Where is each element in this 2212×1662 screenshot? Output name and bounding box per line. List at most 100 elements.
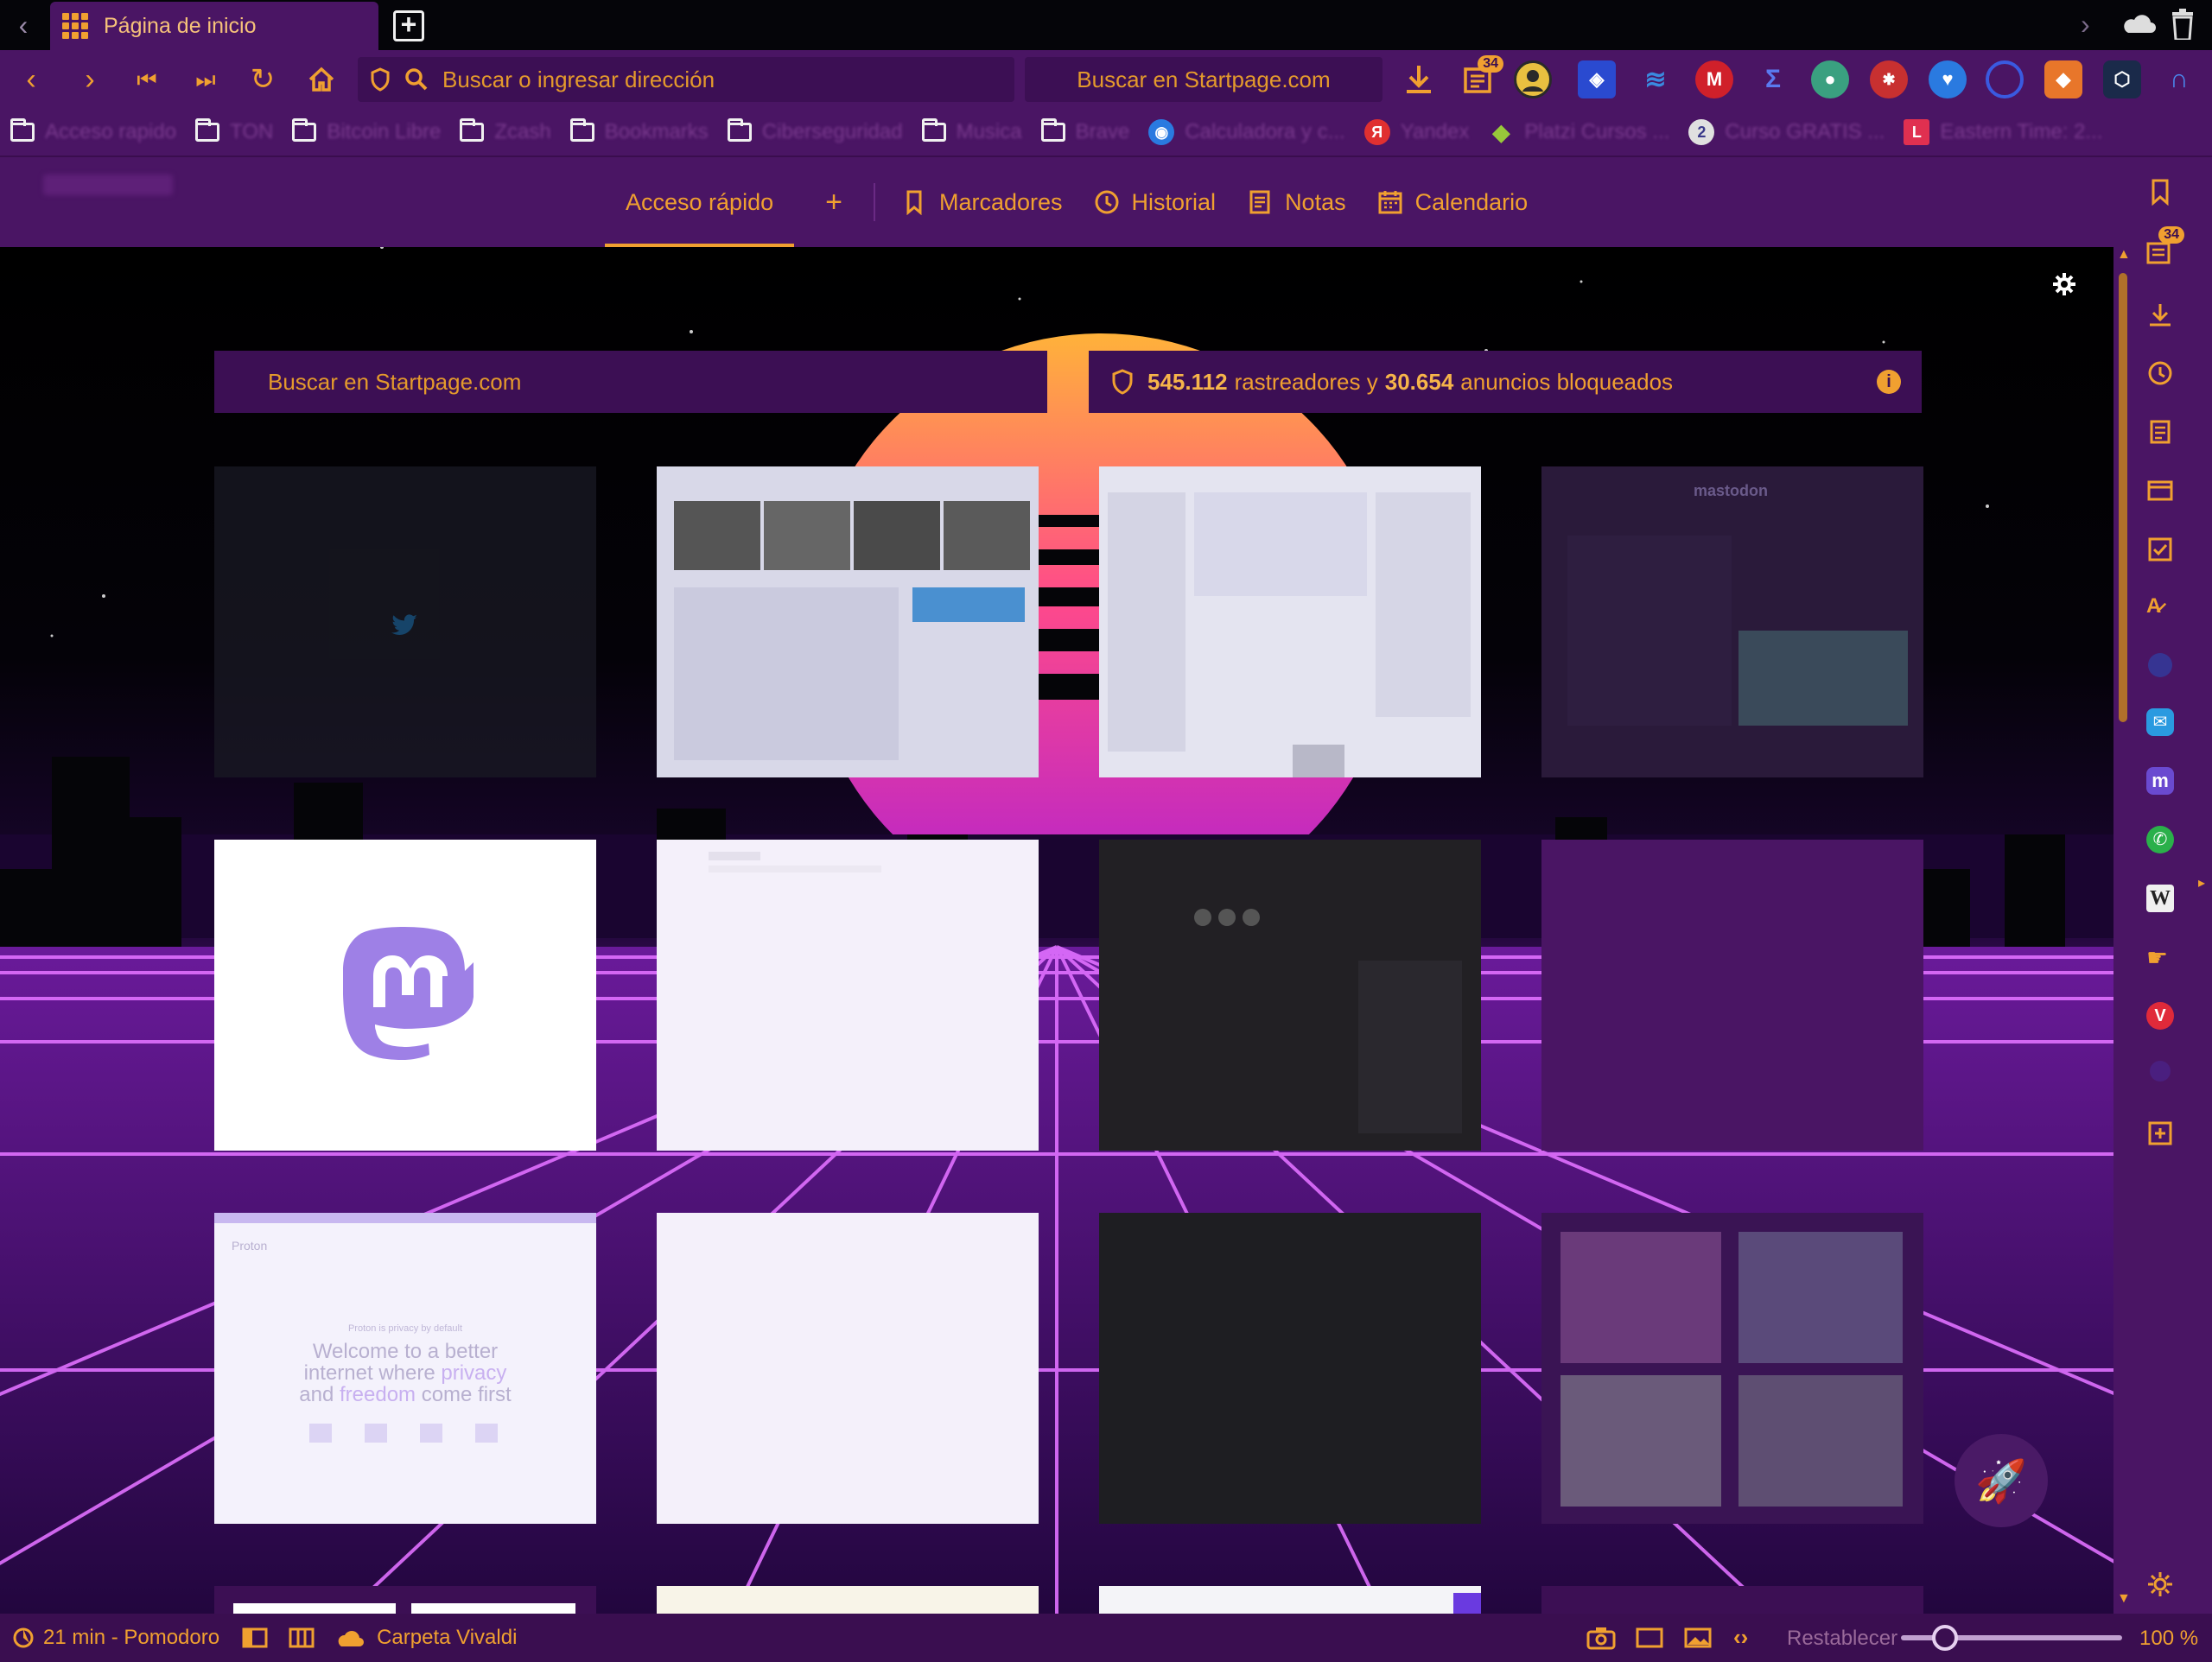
bookmark-3[interactable]: Zcash xyxy=(460,118,551,144)
shield-icon[interactable] xyxy=(370,67,391,92)
hand-panel-icon[interactable]: ☛ xyxy=(2146,943,2168,972)
window-panel-icon[interactable] xyxy=(2146,477,2174,504)
code-icon[interactable]: ‹› xyxy=(1733,1624,1748,1651)
tab-scroll-right-button[interactable]: › xyxy=(2081,9,2090,41)
red-star-extension-icon[interactable]: ✱ xyxy=(1870,60,1908,98)
sigma-extension-icon[interactable]: Σ xyxy=(1754,60,1792,98)
heart-shield-extension-icon[interactable]: ♥ xyxy=(1929,60,1967,98)
pomodoro-timer[interactable]: 21 min - Pomodoro xyxy=(12,1626,219,1650)
waves-extension-icon[interactable]: ≋ xyxy=(1637,60,1675,98)
web-panel-blue-icon[interactable] xyxy=(2148,653,2172,677)
panel-toggle-icon[interactable] xyxy=(242,1627,268,1649)
tile-toggle-icon[interactable] xyxy=(289,1627,315,1649)
speed-dial-blank-light[interactable] xyxy=(657,840,1039,1151)
bookmark-11[interactable]: 2 Curso GRATIS ... xyxy=(1688,119,1885,145)
speed-dial-mastodon[interactable] xyxy=(214,840,596,1151)
whatsapp-panel-icon[interactable]: ✆ xyxy=(2146,826,2174,853)
bookmark-4[interactable]: Bookmarks xyxy=(569,118,709,144)
metamask-extension-icon[interactable]: ◆ xyxy=(2044,60,2082,98)
downloads-panel-icon[interactable] xyxy=(2146,301,2174,328)
add-web-panel-icon[interactable] xyxy=(2146,1120,2174,1147)
add-speed-dial-button[interactable]: + xyxy=(825,186,842,219)
start-page-settings-icon[interactable] xyxy=(2051,271,2077,297)
bookmark-12[interactable]: L Eastern Time: 2... xyxy=(1904,119,2102,145)
web-panel-faded-icon[interactable] xyxy=(2150,1061,2171,1082)
reset-zoom-button[interactable]: Restablecer xyxy=(1787,1627,1897,1651)
bookmark-1[interactable]: TON xyxy=(195,118,273,144)
messenger-panel-icon[interactable]: ✉ xyxy=(2146,708,2174,736)
cube-extension-icon[interactable]: ⬡ xyxy=(2103,60,2141,98)
search-field[interactable] xyxy=(1025,57,1382,102)
speed-dial-row4-1[interactable] xyxy=(214,1586,596,1614)
bookmark-2[interactable]: Bitcoin Libre xyxy=(292,118,441,144)
cloud-folder-label[interactable]: Carpeta Vivaldi xyxy=(377,1626,517,1650)
scroll-up-icon[interactable]: ▲ xyxy=(2117,247,2131,263)
scrollbar-thumb[interactable] xyxy=(2119,273,2127,722)
tab-history[interactable]: Historial xyxy=(1094,157,1216,247)
tab-bookmarks[interactable]: Marcadores xyxy=(901,157,1063,247)
page-scrollbar[interactable]: ▲ ▼ xyxy=(2113,247,2133,1614)
cloud-icon[interactable] xyxy=(2121,12,2156,35)
tab-calendar[interactable]: Calendario xyxy=(1377,157,1528,247)
tab-start-page[interactable]: Página de inicio xyxy=(50,2,378,50)
speed-dial-twitter[interactable] xyxy=(214,466,596,777)
tab-notes[interactable]: Notas xyxy=(1247,157,1346,247)
info-icon[interactable]: i xyxy=(1877,370,1901,394)
bookmark-10[interactable]: ◆ Platzi Cursos ... xyxy=(1488,119,1669,145)
camera-icon[interactable] xyxy=(1586,1626,1616,1650)
speed-dial-row4-3[interactable] xyxy=(1099,1586,1481,1614)
image-icon[interactable] xyxy=(1683,1626,1713,1650)
notes-button[interactable]: 34 xyxy=(1459,55,1503,98)
history-panel-icon[interactable] xyxy=(2146,359,2174,387)
speed-dial-mastodon-dark[interactable]: mastodon xyxy=(1541,466,1923,777)
start-page-search-input[interactable] xyxy=(268,368,1028,396)
speed-dial-proton[interactable]: Proton Proton is privacy by default Welc… xyxy=(214,1213,596,1524)
trash-icon[interactable] xyxy=(2171,9,2195,40)
home-button[interactable] xyxy=(302,60,340,98)
window-icon[interactable] xyxy=(1635,1626,1664,1650)
wikipedia-panel-icon[interactable]: W xyxy=(2146,885,2174,912)
ring-extension-icon[interactable] xyxy=(1986,60,2024,98)
bookmarks-panel-icon[interactable] xyxy=(2146,178,2174,206)
scroll-down-icon[interactable]: ▼ xyxy=(2117,1591,2131,1607)
bookmark-6[interactable]: Musica xyxy=(921,118,1022,144)
url-input[interactable] xyxy=(442,66,961,93)
cloud-sync-icon[interactable] xyxy=(335,1627,365,1648)
speed-dial-dark-blank[interactable] xyxy=(1099,1213,1481,1524)
mastodon-panel-icon[interactable]: m xyxy=(2146,767,2174,795)
bookmark-0[interactable]: Acceso rapido xyxy=(10,118,176,144)
tasks-panel-icon[interactable] xyxy=(2146,536,2174,563)
search-input[interactable] xyxy=(1039,66,1368,93)
m-extension-icon[interactable]: M xyxy=(1695,60,1733,98)
bookmark-7[interactable]: Brave xyxy=(1040,118,1129,144)
reading-list-panel-button[interactable]: 34 xyxy=(2145,226,2184,270)
start-page-search[interactable] xyxy=(214,351,1047,413)
back-button[interactable]: ‹ xyxy=(12,60,50,98)
speed-dial-folder[interactable] xyxy=(1541,1213,1923,1524)
speed-dial-blank-light-2[interactable] xyxy=(657,1213,1039,1524)
notes-panel-icon[interactable] xyxy=(2146,418,2174,446)
forward-button[interactable]: › xyxy=(71,60,109,98)
zoom-slider-thumb[interactable] xyxy=(1932,1625,1958,1651)
tab-quick-access[interactable]: Acceso rápido xyxy=(605,157,795,247)
speed-dial-empty[interactable] xyxy=(1541,840,1923,1151)
url-field[interactable] xyxy=(358,57,1014,102)
speed-dial-reddit[interactable] xyxy=(657,466,1039,777)
speed-dial-row4-2[interactable] xyxy=(657,1586,1039,1614)
bookmark-5[interactable]: Ciberseguridad xyxy=(727,118,903,144)
profile-avatar[interactable] xyxy=(1514,60,1552,98)
green-circle-extension-icon[interactable]: ● xyxy=(1811,60,1849,98)
bitwarden-extension-icon[interactable]: ◈ xyxy=(1578,60,1616,98)
translate-panel-icon[interactable]: A̷ xyxy=(2146,594,2161,618)
bookmark-9[interactable]: Я Yandex xyxy=(1363,119,1469,145)
vivaldi-panel-icon[interactable]: V xyxy=(2146,1002,2174,1030)
reload-button[interactable]: ↻ xyxy=(244,60,282,98)
settings-panel-icon[interactable] xyxy=(2146,1570,2174,1598)
new-tab-button[interactable]: + xyxy=(393,10,424,41)
tab-scroll-left-button[interactable]: ‹ xyxy=(9,10,38,40)
speed-dial-dark-site[interactable] xyxy=(1099,840,1481,1151)
panel-expand-icon[interactable]: ▸ xyxy=(2198,874,2205,891)
arc-extension-icon[interactable]: ∩ xyxy=(2160,60,2198,98)
bookmark-8[interactable]: ◉ Calculadora y c... xyxy=(1148,119,1345,145)
download-icon[interactable] xyxy=(1400,60,1438,98)
